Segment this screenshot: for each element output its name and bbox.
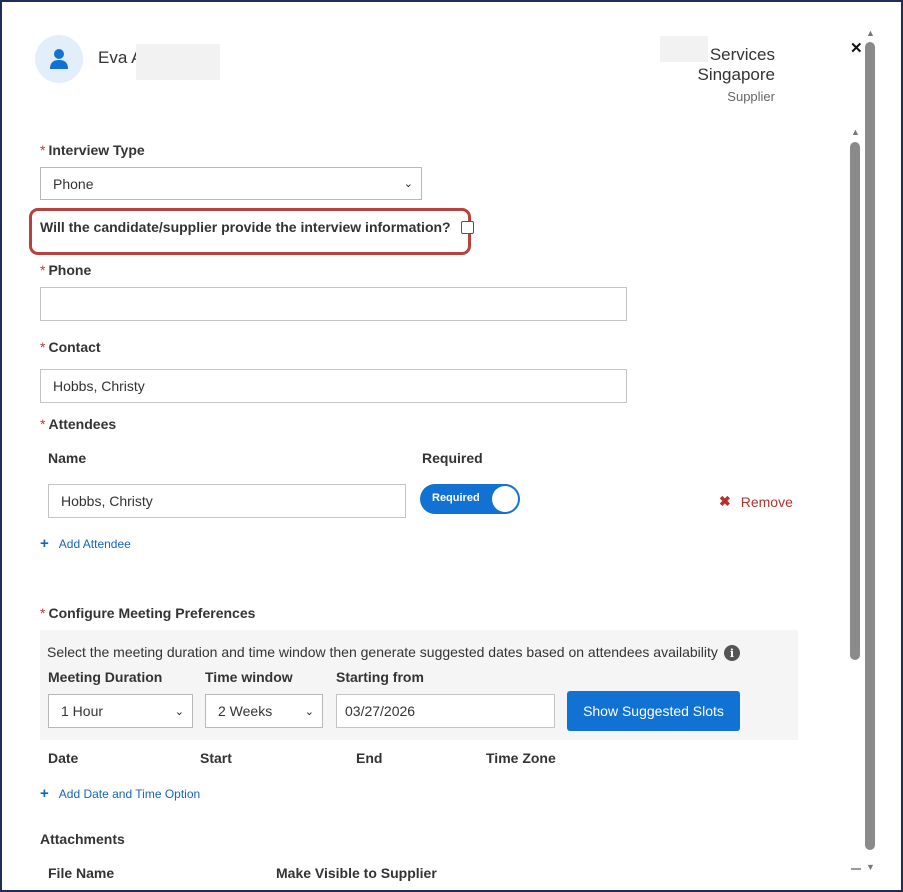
company-line-1: Services bbox=[709, 45, 775, 64]
avatar bbox=[35, 35, 83, 83]
supplier-provides-checkbox[interactable] bbox=[460, 220, 474, 234]
time-window-label: Time window bbox=[205, 669, 293, 685]
meeting-preferences-label: * Configure Meeting Preferences bbox=[40, 605, 256, 621]
time-window-value: 2 Weeks bbox=[218, 703, 273, 719]
interview-type-label: * Interview Type bbox=[40, 142, 145, 158]
role-label: Supplier bbox=[727, 89, 775, 104]
attendees-label: * Attendees bbox=[40, 416, 117, 432]
contact-label: * Contact bbox=[40, 339, 101, 355]
toggle-knob bbox=[492, 486, 518, 512]
meeting-duration-select[interactable]: 1 Hour ⌄ bbox=[48, 694, 193, 728]
company-line-2: Singapore bbox=[697, 65, 775, 84]
attendees-required-header: Required bbox=[422, 450, 483, 466]
chevron-down-icon: ⌄ bbox=[174, 705, 184, 718]
company-name: Services Singapore bbox=[697, 45, 775, 85]
interview-type-select[interactable]: Phone ⌄ bbox=[40, 167, 422, 200]
plus-icon: + bbox=[40, 785, 49, 802]
meeting-help-text: Select the meeting duration and time win… bbox=[47, 644, 718, 660]
close-x-icon: ✖ bbox=[719, 493, 731, 509]
required-star: * bbox=[40, 262, 46, 278]
required-star: * bbox=[40, 142, 46, 158]
meeting-help-row: Select the meeting duration and time win… bbox=[47, 644, 740, 662]
required-star: * bbox=[40, 416, 46, 432]
attendee-name-input[interactable]: Hobbs, Christy bbox=[48, 484, 406, 518]
info-icon[interactable]: i bbox=[723, 645, 740, 662]
outer-scrollbar-thumb[interactable] bbox=[865, 42, 875, 850]
scroll-down-arrow-icon[interactable]: ▼ bbox=[866, 862, 875, 872]
end-column-header: End bbox=[356, 750, 383, 766]
attachments-label: Attachments bbox=[40, 831, 125, 847]
scroll-up-arrow-icon[interactable]: ▲ bbox=[866, 28, 875, 38]
start-column-header: Start bbox=[200, 750, 232, 766]
close-icon[interactable]: ✕ bbox=[850, 39, 863, 57]
starting-from-input[interactable]: 03/27/2026 bbox=[336, 694, 555, 728]
add-date-time-option-label: Add Date and Time Option bbox=[58, 786, 201, 801]
add-date-time-option-link[interactable]: + Add Date and Time Option bbox=[40, 785, 200, 802]
contact-input[interactable]: Hobbs, Christy bbox=[40, 369, 627, 403]
phone-input[interactable] bbox=[40, 287, 627, 321]
phone-label: * Phone bbox=[40, 262, 92, 278]
add-attendee-link[interactable]: + Add Attendee bbox=[40, 535, 131, 552]
remove-attendee-button[interactable]: ✖ Remove bbox=[719, 493, 793, 510]
show-suggested-slots-button[interactable]: Show Suggested Slots bbox=[567, 691, 740, 731]
interview-type-value: Phone bbox=[53, 175, 94, 192]
required-toggle[interactable]: Required bbox=[420, 484, 520, 514]
time-window-select[interactable]: 2 Weeks ⌄ bbox=[205, 694, 323, 728]
redacted-name-overlay bbox=[136, 44, 220, 80]
remove-label: Remove bbox=[740, 493, 793, 510]
date-column-header: Date bbox=[48, 750, 79, 766]
required-star: * bbox=[40, 339, 46, 355]
starting-from-label: Starting from bbox=[336, 669, 424, 685]
required-star: * bbox=[40, 605, 46, 621]
make-visible-header: Make Visible to Supplier bbox=[276, 865, 437, 881]
plus-icon: + bbox=[40, 535, 49, 552]
add-attendee-label: Add Attendee bbox=[58, 536, 131, 551]
inner-scroll-up-arrow-icon[interactable]: ▲ bbox=[851, 127, 860, 137]
supplier-provides-label: Will the candidate/supplier provide the … bbox=[40, 219, 451, 235]
required-toggle-label: Required bbox=[432, 492, 480, 504]
chevron-down-icon: ⌄ bbox=[403, 178, 413, 190]
timezone-column-header: Time Zone bbox=[486, 750, 556, 766]
chevron-down-icon: ⌄ bbox=[304, 705, 314, 718]
user-icon bbox=[50, 49, 68, 69]
file-name-header: File Name bbox=[48, 865, 115, 881]
interview-dialog: Eva A Services Singapore Supplier ✕ ▲ ▼ … bbox=[0, 0, 903, 892]
inner-scrollbar-thumb[interactable] bbox=[850, 142, 860, 660]
supplier-provides-row: Will the candidate/supplier provide the … bbox=[40, 219, 474, 235]
inner-scroll-bottom-mark bbox=[851, 868, 861, 870]
meeting-duration-label: Meeting Duration bbox=[48, 669, 163, 685]
meeting-duration-value: 1 Hour bbox=[61, 703, 104, 719]
attendees-name-header: Name bbox=[48, 450, 87, 466]
